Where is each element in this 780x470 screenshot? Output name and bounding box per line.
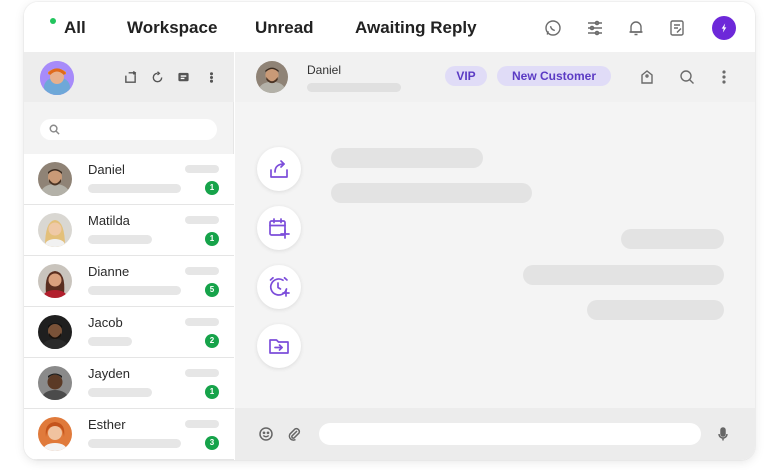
- outgoing-message-placeholder: [523, 265, 724, 285]
- avatar: [38, 315, 72, 349]
- search-icon[interactable]: [678, 68, 696, 86]
- contact-item-jacob[interactable]: Jacob 2: [24, 307, 234, 358]
- unread-count-badge: 1: [205, 385, 219, 399]
- message-preview-placeholder: [88, 439, 181, 448]
- top-navigation-bar: All Workspace Unread Awaiting Reply: [24, 2, 755, 52]
- online-status-dot: [50, 18, 56, 24]
- export-icon: [270, 160, 288, 178]
- brand-logo-icon[interactable]: [712, 16, 736, 40]
- incoming-message-placeholder: [331, 183, 532, 203]
- unread-count-badge: 3: [205, 436, 219, 450]
- conversation-sidebar: Daniel 1 Matilda 1 Dianne 5 Jacob 2 Jayd…: [24, 52, 234, 460]
- timestamp-placeholder: [185, 216, 219, 224]
- attach-icon[interactable]: [285, 425, 303, 443]
- avatar: [38, 162, 72, 196]
- sliders-icon[interactable]: [584, 17, 606, 39]
- message-preview-placeholder: [88, 388, 152, 397]
- tab-unread[interactable]: Unread: [255, 18, 314, 38]
- refresh-icon[interactable]: [149, 69, 165, 85]
- contact-search-input[interactable]: [40, 119, 217, 140]
- bell-icon[interactable]: [625, 17, 647, 39]
- outgoing-message-placeholder: [621, 229, 724, 249]
- message-preview-placeholder: [88, 337, 132, 346]
- tag-icon[interactable]: [638, 68, 656, 86]
- contact-name: Daniel: [88, 162, 125, 177]
- notes-icon[interactable]: [666, 17, 688, 39]
- microphone-icon[interactable]: [714, 425, 732, 443]
- chat-contact-name: Daniel: [307, 63, 342, 77]
- contact-name: Jayden: [88, 366, 130, 381]
- emoji-icon[interactable]: [257, 425, 275, 443]
- chat-header: Daniel VIP New Customer: [235, 52, 755, 102]
- calendar-add-icon: [269, 218, 290, 239]
- schedule-button[interactable]: [257, 206, 301, 250]
- message-input[interactable]: [319, 423, 701, 445]
- avatar: [38, 264, 72, 298]
- contact-item-dianne[interactable]: Dianne 5: [24, 256, 234, 307]
- contact-item-matilda[interactable]: Matilda 1: [24, 205, 234, 256]
- unread-count-badge: 5: [205, 283, 219, 297]
- more-vertical-icon[interactable]: [715, 68, 733, 86]
- timestamp-placeholder: [185, 318, 219, 326]
- search-icon: [49, 124, 60, 135]
- avatar: [38, 213, 72, 247]
- contact-status-placeholder: [307, 83, 401, 92]
- timestamp-placeholder: [185, 165, 219, 173]
- contact-item-esther[interactable]: Esther 3: [24, 409, 234, 460]
- unread-count-badge: 1: [205, 232, 219, 246]
- chat-panel: Daniel VIP New Customer: [235, 52, 755, 460]
- timestamp-placeholder: [185, 420, 219, 428]
- chat-icon[interactable]: [175, 69, 191, 85]
- chat-contact-avatar[interactable]: [256, 61, 288, 93]
- contact-name: Esther: [88, 417, 126, 432]
- message-preview-placeholder: [88, 286, 181, 295]
- more-vertical-icon[interactable]: [203, 69, 219, 85]
- message-preview-placeholder: [88, 235, 152, 244]
- contact-name: Dianne: [88, 264, 130, 279]
- avatar: [38, 366, 72, 400]
- contact-name: Matilda: [88, 213, 130, 228]
- folder-move-icon: [269, 339, 289, 354]
- message-composer: [235, 408, 755, 460]
- contact-item-daniel[interactable]: Daniel 1: [24, 154, 234, 205]
- timestamp-placeholder: [185, 369, 219, 377]
- move-to-folder-button[interactable]: [257, 324, 301, 368]
- contact-item-jayden[interactable]: Jayden 1: [24, 358, 234, 409]
- tag-vip[interactable]: VIP: [445, 66, 487, 86]
- avatar: [38, 417, 72, 451]
- timestamp-placeholder: [185, 267, 219, 275]
- tab-awaiting-reply[interactable]: Awaiting Reply: [355, 18, 477, 38]
- app-window: All Workspace Unread Awaiting Reply Dani…: [24, 2, 755, 460]
- alarm-add-icon: [269, 276, 290, 297]
- sidebar-header: [24, 52, 234, 102]
- reminder-button[interactable]: [257, 265, 301, 309]
- export-button[interactable]: [257, 147, 301, 191]
- contact-name: Jacob: [88, 315, 123, 330]
- unread-count-badge: 1: [205, 181, 219, 195]
- message-preview-placeholder: [88, 184, 181, 193]
- incoming-message-placeholder: [331, 148, 483, 168]
- whatsapp-icon[interactable]: [542, 17, 564, 39]
- tab-workspace[interactable]: Workspace: [127, 18, 217, 38]
- unread-count-badge: 2: [205, 334, 219, 348]
- share-icon[interactable]: [122, 69, 138, 85]
- tag-new-customer[interactable]: New Customer: [497, 66, 611, 86]
- outgoing-message-placeholder: [587, 300, 724, 320]
- my-avatar[interactable]: [40, 61, 74, 95]
- tab-all[interactable]: All: [64, 18, 86, 38]
